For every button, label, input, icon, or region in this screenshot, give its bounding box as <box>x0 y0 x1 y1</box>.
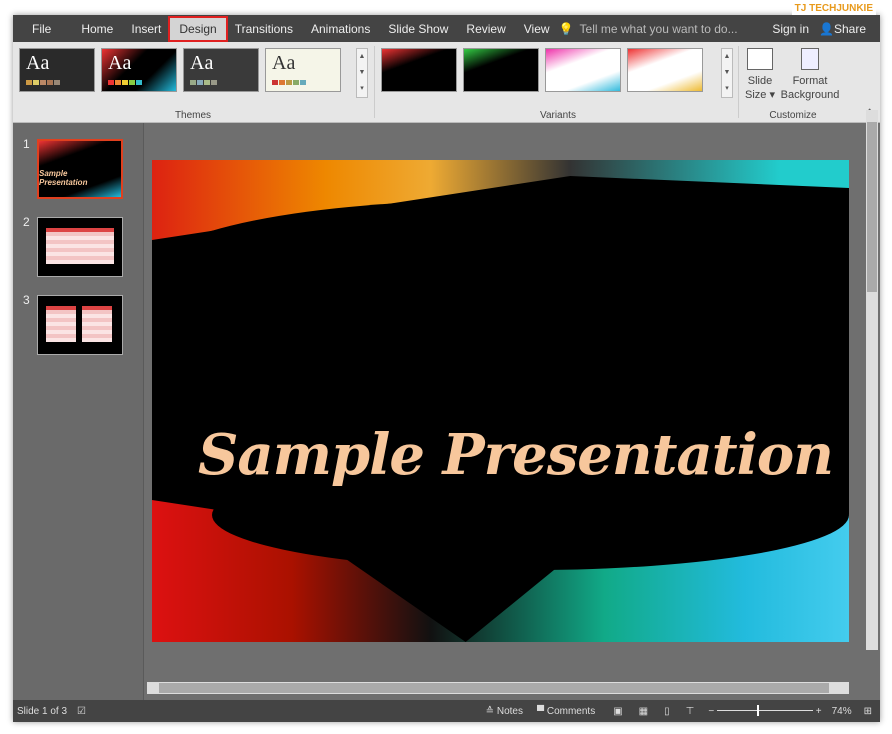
zoom-level[interactable]: 74% <box>832 706 852 717</box>
slide-number: 2 <box>23 215 30 229</box>
horizontal-scrollbar[interactable] <box>147 682 849 694</box>
format-background-button[interactable]: Format Background <box>779 48 841 102</box>
slide-thumbnail-panel: 1 Sample Presentation 2 3 <box>13 123 144 700</box>
theme-thumb[interactable]: Aa <box>265 48 341 92</box>
share-button[interactable]: 👤Share <box>819 22 866 36</box>
slide-canvas[interactable]: Sample Presentation <box>152 160 849 642</box>
divider <box>374 46 375 118</box>
person-icon: 👤 <box>819 21 834 36</box>
variant-thumb[interactable] <box>463 48 539 92</box>
comments-button[interactable]: ▀ Comments <box>537 706 595 717</box>
slide-title[interactable]: Sample Presentation <box>198 422 834 488</box>
design-ribbon: Aa Aa Aa Aa ▲ ▼ ▾ Themes ▲ ▼ ▾ Variants Slid… <box>13 42 880 123</box>
notes-button[interactable]: ≙ Notes <box>486 706 523 717</box>
tab-view[interactable]: View <box>515 18 559 40</box>
slide-sorter-icon[interactable]: ▦ <box>639 706 648 717</box>
sign-in-link[interactable]: Sign in <box>772 22 809 36</box>
slide-thumb-3[interactable] <box>37 295 123 355</box>
slide-thumb-1[interactable]: Sample Presentation <box>37 139 123 199</box>
powerpoint-window: File Home Insert Design Transitions Anim… <box>13 2 880 722</box>
spell-check-icon[interactable]: ☑ <box>77 706 86 717</box>
slide-count: Slide 1 of 3 <box>17 705 68 717</box>
zoom-slider[interactable]: − + <box>708 705 822 717</box>
theme-thumb[interactable]: Aa <box>101 48 177 92</box>
variant-thumb[interactable] <box>545 48 621 92</box>
tab-transitions[interactable]: Transitions <box>226 18 302 40</box>
status-bar: Slide 1 of 3 ☑ ≙ Notes ▀ Comments ▣ ▦ ▯ … <box>13 700 880 722</box>
variants-scroll[interactable]: ▲ ▼ ▾ <box>721 48 733 98</box>
top-black-fill <box>152 200 849 340</box>
variant-thumb[interactable] <box>381 48 457 92</box>
themes-group-label: Themes <box>174 110 212 121</box>
variants-group-label: Variants <box>540 110 576 121</box>
lightbulb-icon: 💡 <box>558 21 574 36</box>
tab-review[interactable]: Review <box>457 18 514 40</box>
slide-number: 1 <box>23 137 30 151</box>
theme-thumb[interactable]: Aa <box>19 48 95 92</box>
normal-view-icon[interactable]: ▣ <box>613 706 622 717</box>
themes-scroll[interactable]: ▲ ▼ ▾ <box>356 48 368 98</box>
tab-design[interactable]: Design <box>168 15 228 42</box>
divider <box>738 46 739 118</box>
customize-group-label: Customize <box>769 110 817 121</box>
paint-bucket-icon <box>801 48 819 70</box>
theme-thumb[interactable]: Aa <box>183 48 259 92</box>
slide-thumb-2[interactable] <box>37 217 123 277</box>
variants-gallery <box>381 48 703 92</box>
tab-insert[interactable]: Insert <box>122 18 170 40</box>
vertical-scrollbar[interactable] <box>866 110 878 650</box>
slideshow-icon[interactable]: ⊤ <box>686 706 695 717</box>
variant-thumb[interactable] <box>627 48 703 92</box>
slide-number: 3 <box>23 293 30 307</box>
tab-slide-show[interactable]: Slide Show <box>379 18 457 40</box>
tell-me-input[interactable]: Tell me what you want to do... <box>580 22 738 36</box>
slide-size-button[interactable]: Slide Size ▾ <box>743 48 777 102</box>
themes-gallery: Aa Aa Aa Aa <box>19 48 341 92</box>
reading-view-icon[interactable]: ▯ <box>664 706 670 717</box>
slide-size-icon <box>747 48 773 70</box>
tab-file[interactable]: File <box>23 18 60 40</box>
techjunkie-logo: TJ TECHJUNKIE <box>791 2 876 15</box>
fit-to-window-icon[interactable]: ⊞ <box>864 706 872 717</box>
tab-home[interactable]: Home <box>72 18 122 40</box>
tab-animations[interactable]: Animations <box>302 18 379 40</box>
ribbon-tabs: File Home Insert Design Transitions Anim… <box>13 15 880 42</box>
